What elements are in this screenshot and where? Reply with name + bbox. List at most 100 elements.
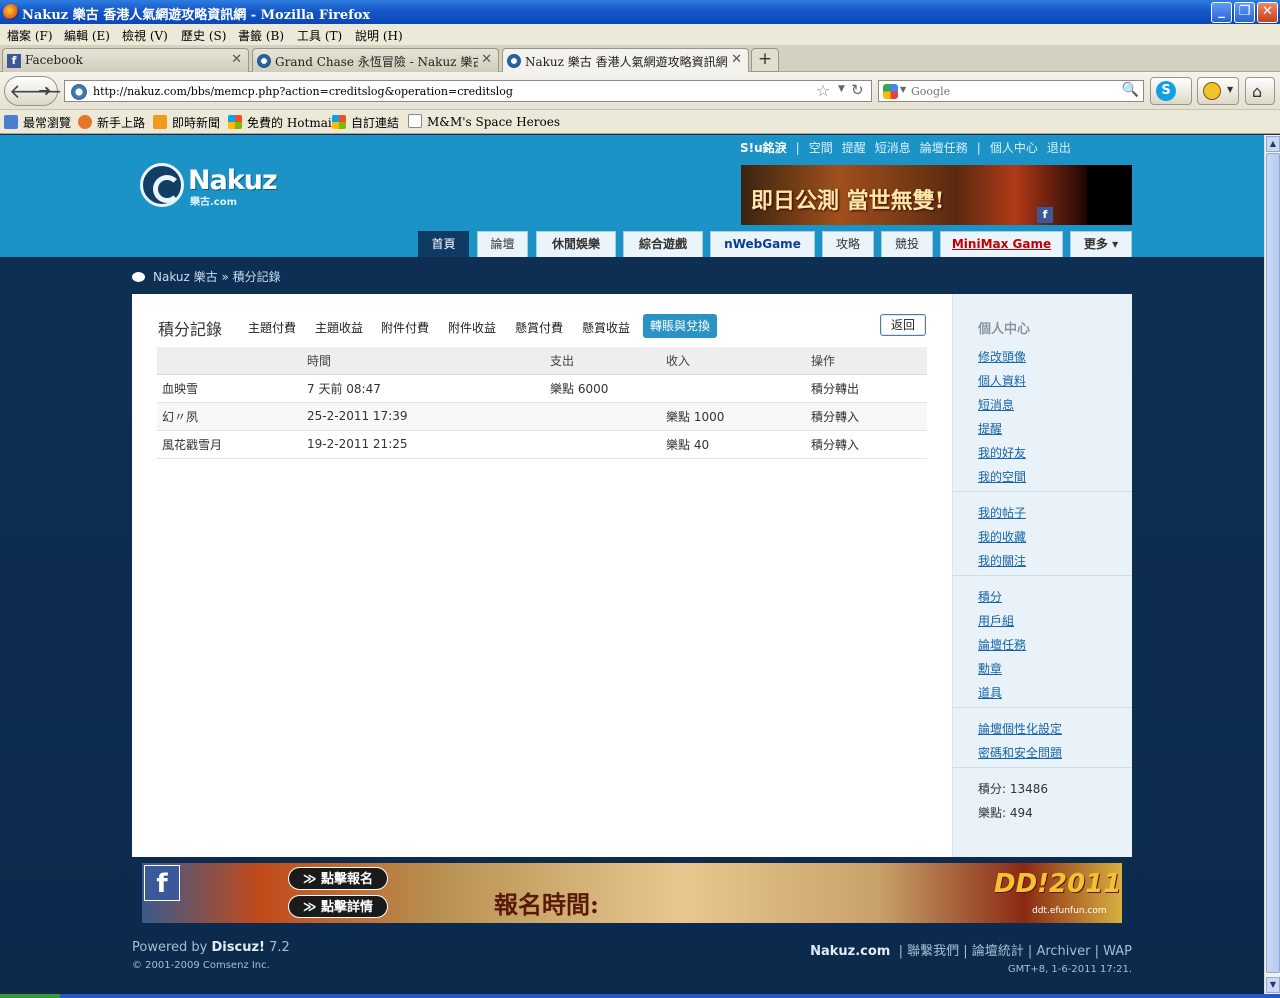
menu-tools[interactable]: 工具 (T) (297, 27, 342, 44)
back-button[interactable]: 返回 (880, 314, 926, 336)
vertical-scrollbar[interactable]: ▲ ▼ (1264, 135, 1280, 994)
sidebar-link-favorites[interactable]: 我的收藏 (978, 528, 1026, 545)
sidebar-link-credits[interactable]: 積分 (978, 588, 1002, 605)
menu-help[interactable]: 說明 (H) (355, 27, 403, 44)
scroll-up-icon[interactable]: ▲ (1266, 136, 1280, 152)
nav-games[interactable]: 綜合遊戲 (623, 231, 703, 257)
footer-link-archiver[interactable]: Archiver (1036, 944, 1090, 959)
tab-grand-chase[interactable]: Grand Chase 永恆冒險 - Nakuz 樂古 香港人氣網遊攻略資訊網 … (252, 48, 499, 72)
menu-edit[interactable]: 編輯 (E) (64, 27, 110, 44)
sidebar-link-forum-tasks[interactable]: 論壇任務 (978, 636, 1026, 653)
subtab-attachment-paid[interactable]: 附件付費 (381, 319, 429, 336)
minimize-button[interactable]: _ (1211, 2, 1232, 23)
sidebar-link-medals[interactable]: 勳章 (978, 660, 1002, 677)
banner-url-text: ddt.efunfun.com (1032, 906, 1107, 916)
sidebar-link-personalize[interactable]: 論壇個性化設定 (978, 720, 1062, 737)
link-forum-tasks[interactable]: 論壇任務 (920, 139, 968, 156)
home-button[interactable]: ⌂ (1245, 77, 1275, 105)
search-engine-dropdown-icon[interactable]: ▼ (900, 85, 906, 94)
footer-link-stats[interactable]: 論壇統計 (972, 944, 1024, 959)
nakuz-icon (507, 54, 521, 68)
tab-close-icon[interactable]: ✕ (231, 52, 242, 67)
bookmark-latest-news[interactable]: 即時新聞 (153, 114, 220, 131)
new-tab-button[interactable]: + (751, 48, 779, 72)
username-link[interactable]: S!u銘淚 (740, 139, 787, 156)
search-icon[interactable]: 🔍 (1122, 82, 1139, 98)
restore-button[interactable]: ❐ (1234, 2, 1255, 23)
url-dropdown-icon[interactable]: ▼ (838, 84, 845, 94)
banner-signup-button[interactable]: ≫ 點擊報名 (288, 867, 388, 890)
site-identity-icon[interactable] (71, 84, 87, 100)
nav-guides[interactable]: 攻略 (822, 231, 874, 257)
bookmark-star-icon[interactable]: ☆ (816, 81, 830, 100)
discuz-link[interactable]: Discuz! (212, 940, 265, 955)
link-reminders[interactable]: 提醒 (842, 139, 866, 156)
nav-auction[interactable]: 競投 (881, 231, 933, 257)
tab-facebook[interactable]: f Facebook ✕ (2, 48, 249, 72)
subtab-attachment-income[interactable]: 附件收益 (448, 319, 496, 336)
bookmark-hotmail[interactable]: 免費的 Hotmail (228, 114, 336, 131)
back-arrow-icon[interactable]: 🡐 (9, 79, 63, 103)
forward-arrow-icon[interactable]: ➜ (38, 81, 51, 100)
banner-details-button[interactable]: ≫ 點擊詳情 (288, 895, 388, 918)
menu-view[interactable]: 檢視 (V) (122, 27, 168, 44)
sidebar-link-profile[interactable]: 個人資料 (978, 372, 1026, 389)
menu-history[interactable]: 歷史 (S) (181, 27, 226, 44)
sidebar-link-friends[interactable]: 我的好友 (978, 444, 1026, 461)
subtab-topic-income[interactable]: 主題收益 (315, 319, 363, 336)
menu-bookmarks[interactable]: 書籤 (B) (238, 27, 284, 44)
url-bar: ☆ ▼ ↻ (64, 80, 872, 102)
bottom-ad-banner[interactable]: f ≫ 點擊報名 ≫ 點擊詳情 報名時間: DD!2011 ddt.efunfu… (142, 863, 1122, 923)
site-logo[interactable]: Nakuz 樂古.com (140, 163, 280, 209)
nav-forum[interactable]: 論壇 (477, 231, 528, 257)
breadcrumb-home[interactable]: Nakuz 樂古 (153, 270, 218, 284)
google-icon[interactable] (883, 84, 898, 99)
link-user-center[interactable]: 個人中心 (990, 139, 1038, 156)
bookmark-getting-started[interactable]: 新手上路 (78, 114, 145, 131)
subtab-reward-income[interactable]: 懸賞收益 (582, 319, 630, 336)
sidebar-link-messages[interactable]: 短消息 (978, 396, 1014, 413)
sidebar-link-posts[interactable]: 我的帖子 (978, 504, 1026, 521)
tab-close-icon[interactable]: ✕ (731, 52, 742, 67)
scrollbar-thumb[interactable] (1266, 153, 1280, 973)
nav-nwebgame[interactable]: nWebGame (710, 231, 815, 257)
footer-link-wap[interactable]: WAP (1103, 944, 1132, 959)
sidebar-link-space[interactable]: 我的空間 (978, 468, 1026, 485)
sidebar-link-items[interactable]: 道具 (978, 684, 1002, 701)
bookmark-space-heroes[interactable]: M&M's Space Heroes (408, 114, 560, 129)
sidebar-link-security[interactable]: 密碼和安全問題 (978, 744, 1062, 761)
nav-minimax[interactable]: MiniMax Game (940, 231, 1063, 257)
separator: | (795, 141, 800, 155)
top-ad-banner[interactable]: 即日公測 當世無雙! f (741, 165, 1132, 225)
page-title: 積分記錄 (158, 320, 223, 339)
bookmark-most-visited[interactable]: 最常瀏覽 (4, 114, 71, 131)
sidebar-link-usergroup[interactable]: 用戶組 (978, 612, 1014, 629)
url-input[interactable] (93, 83, 793, 99)
nav-home[interactable]: 首頁 (418, 231, 469, 257)
subtab-transfer-exchange[interactable]: 轉賬與兌換 (643, 314, 718, 338)
footer-site-link[interactable]: Nakuz.com (810, 944, 890, 959)
sidebar-link-avatar[interactable]: 修改頭像 (978, 348, 1026, 365)
bookmark-custom-links[interactable]: 自訂連結 (332, 114, 399, 131)
nav-leisure[interactable]: 休閒娛樂 (536, 231, 616, 257)
reload-icon[interactable]: ↻ (851, 81, 864, 99)
sidebar-link-reminders[interactable]: 提醒 (978, 420, 1002, 437)
link-logout[interactable]: 退出 (1047, 139, 1071, 156)
tab-nakuz[interactable]: Nakuz 樂古 香港人氣網遊攻略資訊網 ✕ (502, 48, 749, 73)
search-input[interactable] (911, 83, 1111, 99)
close-button[interactable]: ✕ (1257, 2, 1278, 23)
link-space[interactable]: 空間 (809, 139, 833, 156)
link-messages[interactable]: 短消息 (875, 139, 911, 156)
footer-link-contact[interactable]: 聯繫我們 (907, 944, 959, 959)
points-stat: 樂點: 494 (978, 806, 1033, 820)
addon-button[interactable]: ▼ (1197, 77, 1239, 105)
tab-close-icon[interactable]: ✕ (481, 52, 492, 67)
search-bar: ▼ 🔍 (878, 80, 1144, 102)
menu-file[interactable]: 檔案 (F) (7, 27, 53, 44)
subtab-topic-paid[interactable]: 主題付費 (248, 319, 296, 336)
subtab-reward-paid[interactable]: 懸賞付費 (515, 319, 563, 336)
skype-button[interactable]: S (1150, 77, 1192, 105)
sidebar-link-following[interactable]: 我的關注 (978, 552, 1026, 569)
nav-more[interactable]: 更多 ▾ (1070, 231, 1132, 257)
scroll-down-icon[interactable]: ▼ (1266, 977, 1280, 993)
